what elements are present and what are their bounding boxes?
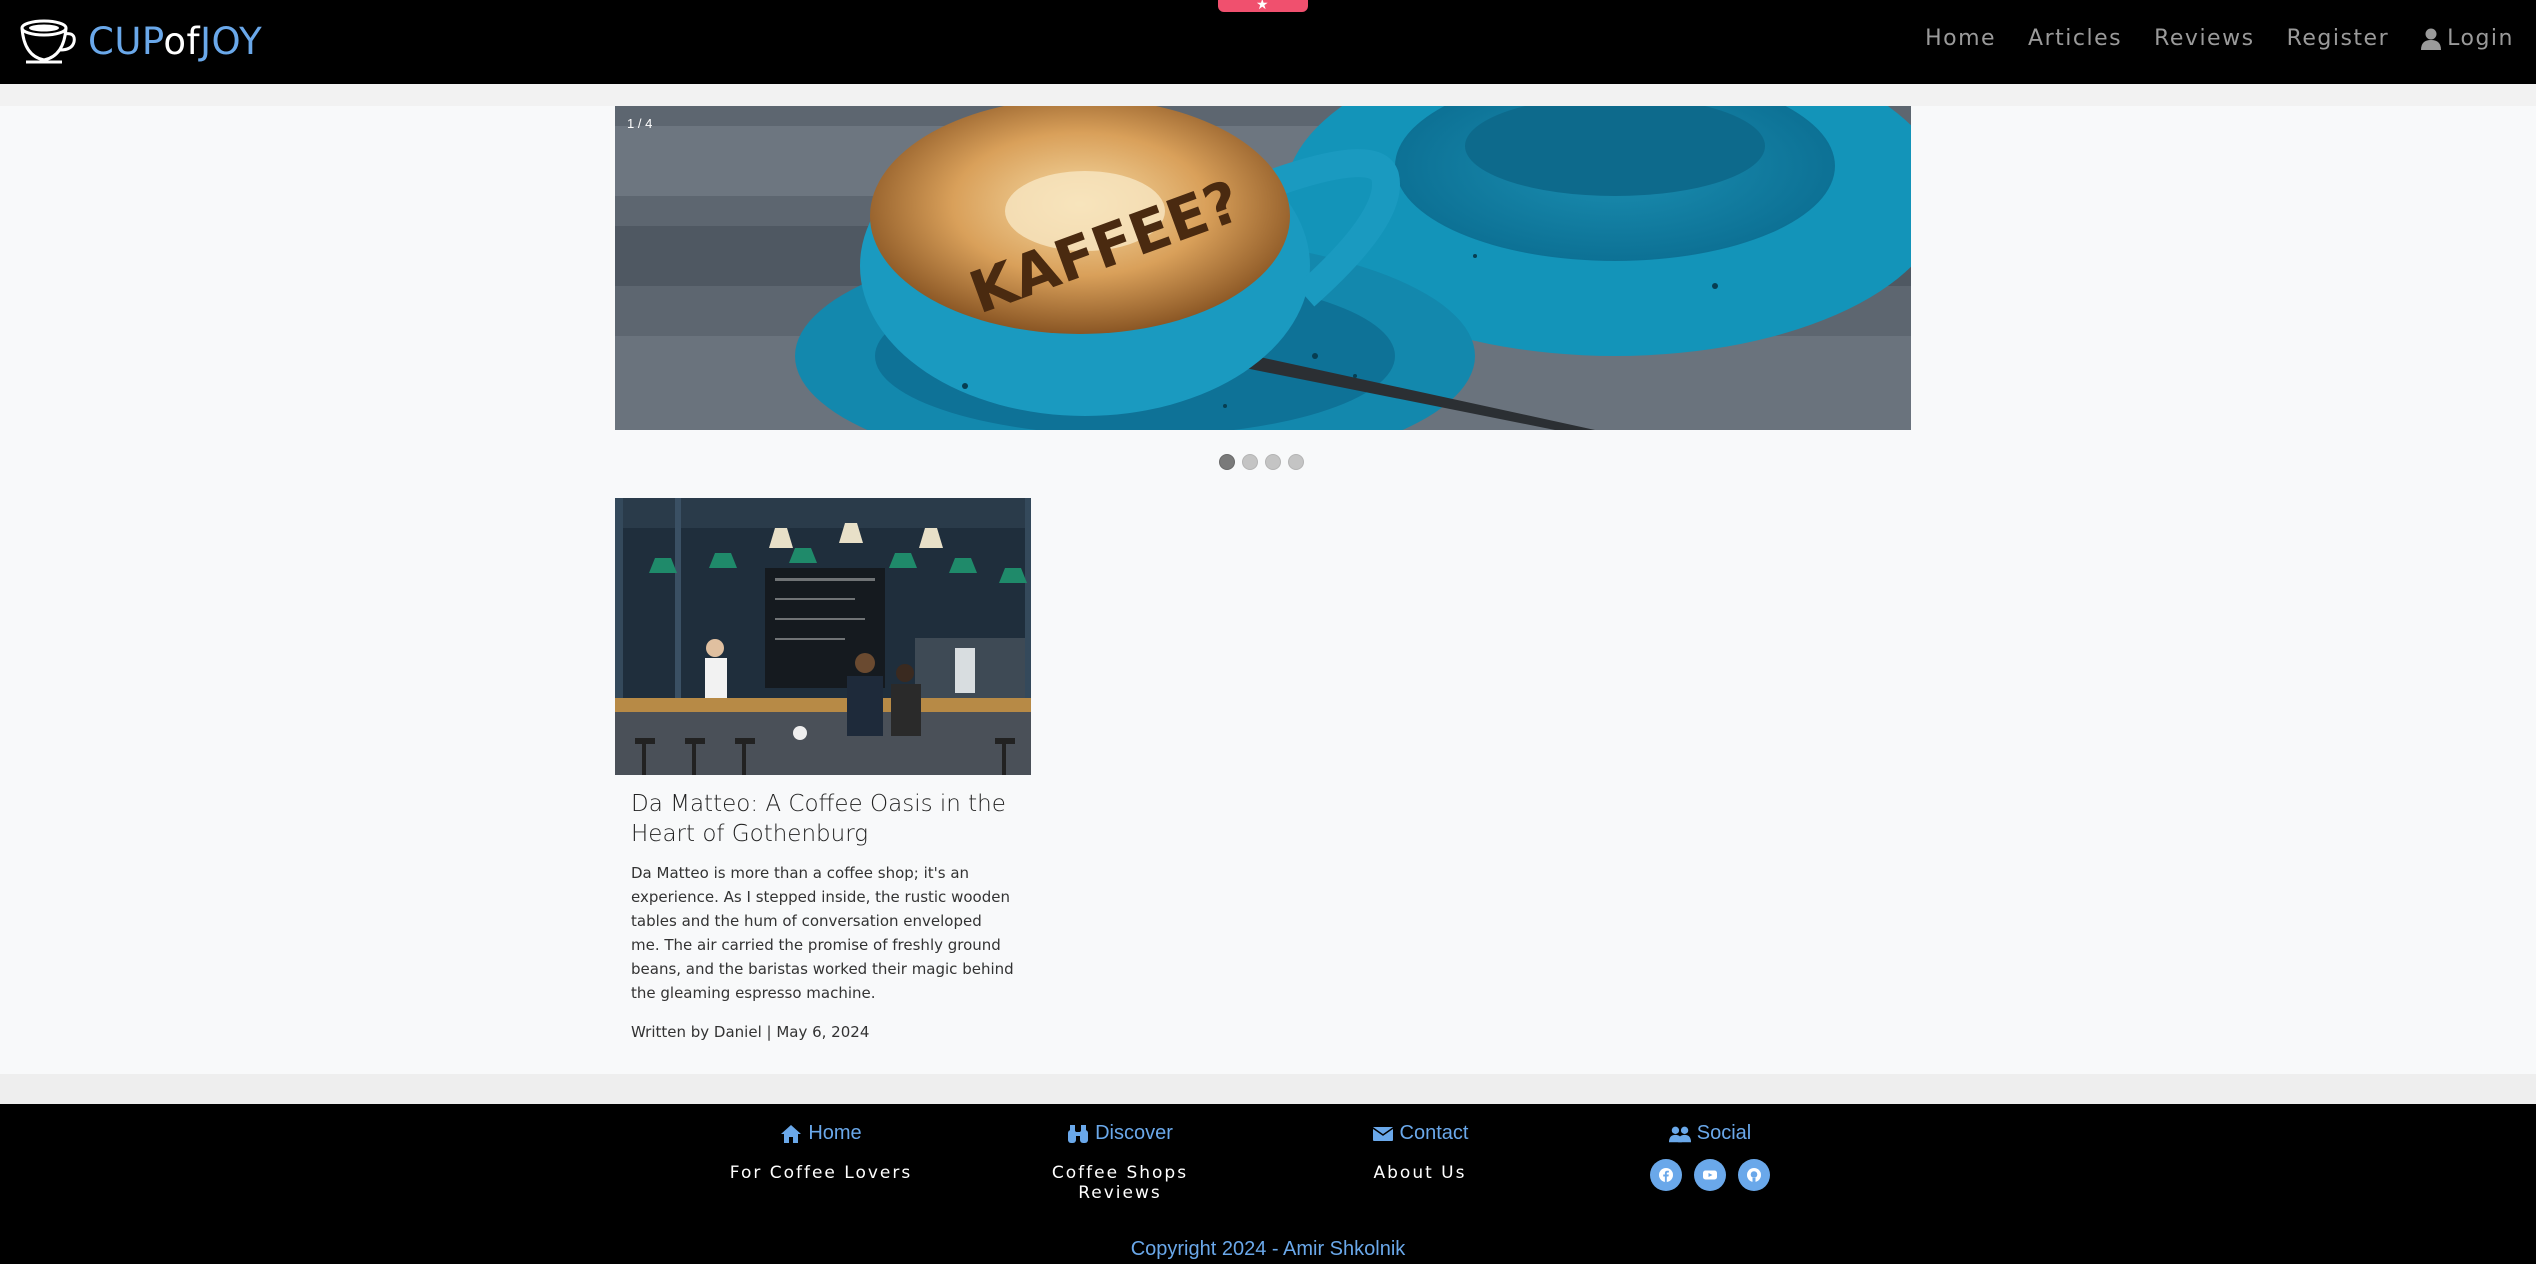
footer-link-about[interactable]: About Us bbox=[1330, 1163, 1510, 1183]
article-meta: Written by Daniel | May 6, 2024 bbox=[631, 1023, 870, 1041]
article-card[interactable]: Da Matteo: A Coffee Oasis in the Heart o… bbox=[615, 498, 1031, 1041]
nav-login[interactable]: Login bbox=[2421, 22, 2514, 56]
footer-col-contact: Contact About Us bbox=[1330, 1122, 1510, 1183]
footer-contact-heading[interactable]: Contact bbox=[1330, 1122, 1510, 1145]
envelope-icon bbox=[1372, 1126, 1393, 1141]
coffee-cup-icon bbox=[20, 19, 76, 64]
article-image[interactable] bbox=[615, 498, 1031, 775]
nav-articles[interactable]: Articles bbox=[2028, 22, 2122, 56]
footer-link-coffee-lovers[interactable]: For Coffee Lovers bbox=[716, 1163, 926, 1183]
footer-social-heading[interactable]: Social bbox=[1620, 1122, 1800, 1145]
star-icon: ★ bbox=[1256, 0, 1269, 12]
carousel-dot-2[interactable] bbox=[1242, 454, 1258, 470]
social-links bbox=[1620, 1159, 1800, 1191]
github-button[interactable] bbox=[1738, 1159, 1770, 1191]
footer: Home For Coffee Lovers Discover Coffee S… bbox=[0, 1104, 2536, 1264]
users-icon bbox=[1668, 1126, 1691, 1142]
github-icon bbox=[1747, 1168, 1761, 1182]
brand-part-of: of bbox=[163, 19, 201, 63]
binoculars-icon bbox=[1068, 1124, 1089, 1143]
footer-link-reviews[interactable]: Coffee Shops Reviews bbox=[1010, 1163, 1230, 1203]
brand-part-joy: JOY bbox=[200, 19, 263, 63]
carousel-dot-3[interactable] bbox=[1265, 454, 1281, 470]
header-spacer bbox=[0, 84, 2536, 106]
footer-col-social: Social bbox=[1620, 1122, 1800, 1191]
navbar: CUPofJOY ★ Home Articles Reviews Registe… bbox=[0, 0, 2536, 84]
carousel-dots bbox=[1219, 454, 1304, 470]
article-excerpt: Da Matteo is more than a coffee shop; it… bbox=[631, 864, 1014, 1002]
footer-col-home: Home For Coffee Lovers bbox=[716, 1122, 926, 1183]
facebook-icon bbox=[1659, 1168, 1673, 1182]
footer-social-label: Social bbox=[1696, 1122, 1752, 1144]
brand-logo[interactable]: CUPofJOY bbox=[18, 16, 262, 66]
youtube-icon bbox=[1703, 1170, 1717, 1180]
slide-indicator: 1 / 4 bbox=[627, 116, 653, 131]
nav-login-label: Login bbox=[2447, 26, 2514, 51]
footer-home-heading[interactable]: Home bbox=[716, 1122, 926, 1145]
brand-part-cup: CUP bbox=[88, 19, 164, 63]
carousel-dot-1[interactable] bbox=[1219, 454, 1235, 470]
article-title[interactable]: Da Matteo: A Coffee Oasis in the Heart o… bbox=[631, 789, 1015, 849]
youtube-button[interactable] bbox=[1694, 1159, 1726, 1191]
home-icon bbox=[781, 1124, 802, 1143]
footer-home-label: Home bbox=[808, 1122, 862, 1144]
nav-register[interactable]: Register bbox=[2287, 22, 2390, 56]
carousel-slide-image: KAFFEE? bbox=[615, 106, 1911, 430]
copyright: Copyright 2024 - Amir Shkolnik bbox=[1130, 1238, 1406, 1260]
top-ribbon-tab[interactable]: ★ bbox=[1218, 0, 1308, 12]
main-nav: Home Articles Reviews Register Login bbox=[1925, 22, 2514, 56]
brand-name: CUPofJOY bbox=[88, 23, 262, 60]
footer-col-discover: Discover Coffee Shops Reviews bbox=[1010, 1122, 1230, 1203]
footer-contact-label: Contact bbox=[1399, 1122, 1469, 1144]
footer-discover-label: Discover bbox=[1095, 1122, 1173, 1144]
footer-spacer bbox=[0, 1074, 2536, 1104]
footer-discover-heading[interactable]: Discover bbox=[1010, 1122, 1230, 1145]
article-card-body: Da Matteo: A Coffee Oasis in the Heart o… bbox=[615, 775, 1031, 1041]
carousel-dot-4[interactable] bbox=[1288, 454, 1304, 470]
hero-carousel[interactable]: KAFFEE? 1 / 4 bbox=[615, 106, 1911, 430]
nav-home[interactable]: Home bbox=[1925, 22, 1996, 56]
nav-reviews[interactable]: Reviews bbox=[2154, 22, 2254, 56]
user-icon bbox=[2421, 28, 2442, 50]
facebook-button[interactable] bbox=[1650, 1159, 1682, 1191]
